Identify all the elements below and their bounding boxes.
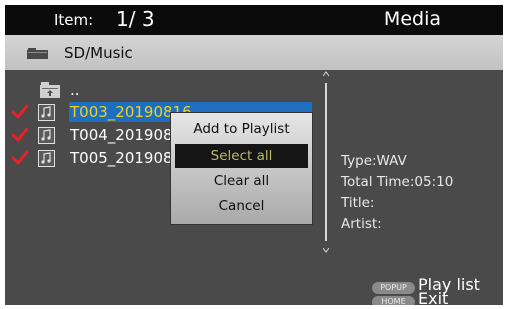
media-browser-screen: Item: 1/ 3 Media SD/Music .. T003_201908… (5, 5, 503, 305)
popup-button-badge: POPUP (372, 282, 415, 294)
scroll-up-icon[interactable] (323, 71, 329, 77)
header-bar: Item: 1/ 3 Media (5, 5, 503, 35)
scroll-down-icon[interactable] (323, 247, 329, 253)
home-button-badge: HOME (372, 296, 415, 305)
folder-up-icon (40, 82, 60, 98)
info-title: Title: (341, 195, 375, 211)
check-mark-icon (12, 127, 28, 142)
check-mark-icon (12, 150, 28, 165)
music-file-icon (38, 150, 55, 167)
exit-hint: Exit (418, 289, 449, 305)
info-type: Type:WAV (341, 153, 407, 169)
menu-item-select-all[interactable]: Select all (175, 144, 308, 168)
list-scrollbar[interactable] (323, 71, 329, 253)
info-artist: Artist: (341, 216, 382, 232)
music-file-icon (38, 104, 55, 121)
menu-item-clear-all[interactable]: Clear all (171, 169, 312, 193)
media-title: Media (383, 8, 441, 30)
menu-item-cancel[interactable]: Cancel (171, 194, 312, 218)
check-mark-icon (12, 104, 28, 119)
music-file-icon (38, 127, 55, 144)
popup-menu: Add to Playlist Select all Clear all Can… (170, 112, 313, 225)
item-label: Item: (54, 11, 94, 29)
list-item-label: .. (70, 81, 80, 99)
menu-item-add-to-playlist[interactable]: Add to Playlist (171, 117, 312, 141)
info-total-time: Total Time:05:10 (341, 174, 454, 190)
folder-icon (27, 48, 48, 59)
path-bar: SD/Music (5, 35, 503, 70)
list-item-parent-folder[interactable]: .. (5, 80, 325, 102)
item-count: 1/ 3 (116, 7, 155, 31)
path-text: SD/Music (64, 44, 133, 62)
scroll-track[interactable] (325, 83, 327, 241)
